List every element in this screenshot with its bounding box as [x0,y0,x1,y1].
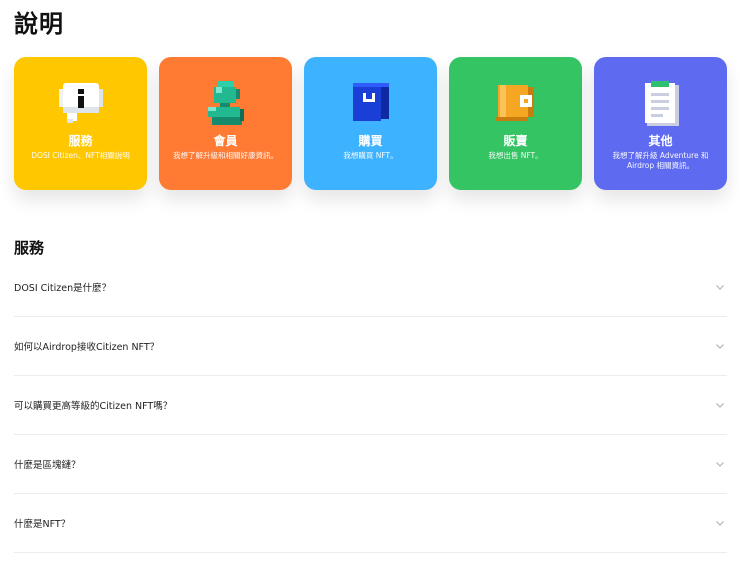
faq-item[interactable]: 什麼是NFT？ [14,494,727,553]
faq-question: 如何以Airdrop接收Citizen NFT？ [14,342,160,353]
faq-list: DOSI Citizen是什麼？ 如何以Airdrop接收Citizen NFT… [14,258,727,553]
card-title: 服務 [68,134,93,148]
category-card-sell[interactable]: 販賣 我想出售 NFT。 [449,57,582,190]
card-title: 其他 [648,134,673,148]
faq-question: 可以購買更高等級的Citizen NFT嗎？ [14,401,173,412]
chevron-down-icon[interactable] [715,459,725,469]
chevron-down-icon[interactable] [715,341,725,351]
speech-bubble-info-icon [58,83,103,123]
category-card-service[interactable]: 服務 DOSI Citizen、NFT相關說明 [14,57,147,190]
member-person-icon [207,81,244,125]
card-title: 購買 [358,134,383,148]
category-card-buy[interactable]: 購買 我想購買 NFT。 [304,57,437,190]
faq-question: DOSI Citizen是什麼？ [14,283,112,294]
card-description: 我想了解升級 Adventure 和 Airdrop 相關資訊。 [612,151,709,170]
card-title: 會員 [213,134,238,148]
page-title: 說明 [14,9,64,38]
faq-item[interactable]: 可以購買更高等級的Citizen NFT嗎？ [14,376,727,435]
faq-question: 什麼是NFT？ [14,519,71,530]
card-description: 我想購買 NFT。 [343,151,398,160]
faq-item[interactable]: 如何以Airdrop接收Citizen NFT？ [14,317,727,376]
category-card-other[interactable]: 其他 我想了解升級 Adventure 和 Airdrop 相關資訊。 [594,57,727,190]
faq-question: 什麼是區塊鏈？ [14,460,81,471]
card-description: DOSI Citizen、NFT相關說明 [31,151,130,160]
category-cards: 服務 DOSI Citizen、NFT相關說明 會員 我想了解升級和相關好康資訊… [14,57,727,190]
card-description: 我想出售 NFT。 [488,151,543,160]
card-title: 販賣 [503,134,528,148]
faq-item[interactable]: 什麼是區塊鏈？ [14,435,727,494]
faq-item[interactable]: DOSI Citizen是什麼？ [14,258,727,317]
wallet-icon [495,85,534,121]
document-icon [644,81,679,126]
chevron-down-icon[interactable] [715,518,725,528]
shopping-bag-icon [352,83,389,121]
chevron-down-icon[interactable] [715,282,725,292]
faq-section-title: 服務 [14,239,45,257]
chevron-down-icon[interactable] [715,400,725,410]
card-description: 我想了解升級和相關好康資訊。 [173,151,278,160]
category-card-member[interactable]: 會員 我想了解升級和相關好康資訊。 [159,57,292,190]
